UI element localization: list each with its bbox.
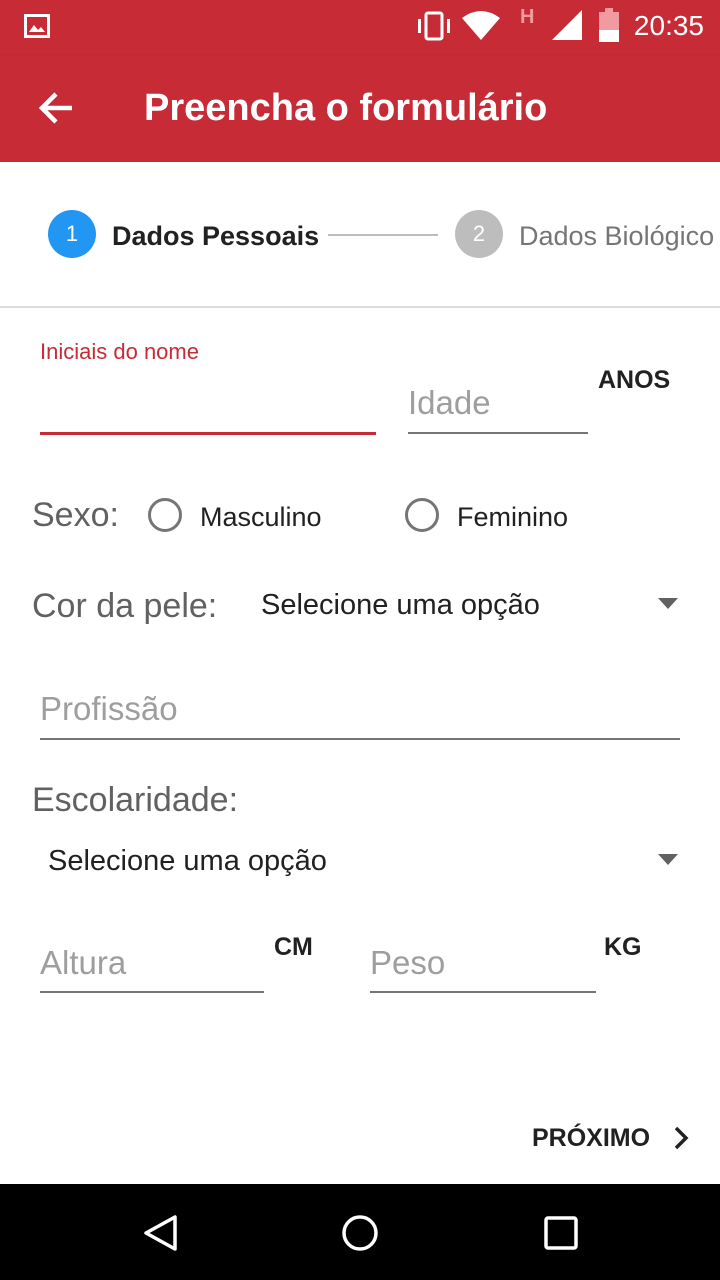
initials-input[interactable] (40, 372, 376, 432)
navigation-bar (0, 1184, 720, 1280)
arrow-back-icon[interactable] (36, 88, 76, 133)
signal-icon (550, 10, 582, 45)
next-button-label: PRÓXIMO (532, 1124, 651, 1152)
radio-male[interactable] (148, 498, 182, 532)
education-dropdown-icon[interactable] (658, 854, 678, 865)
image-icon (24, 14, 50, 43)
back-triangle-icon[interactable] (142, 1214, 180, 1257)
next-button[interactable]: PRÓXIMO (520, 1110, 700, 1166)
skin-color-select[interactable]: Selecione uma opção (261, 586, 540, 624)
wifi-icon (462, 10, 500, 45)
weight-input[interactable]: Peso (370, 943, 596, 983)
sex-label: Sexo: (32, 496, 119, 534)
page-title: Preencha o formulário (144, 87, 548, 129)
step-connector (328, 234, 438, 236)
step-2-number[interactable]: 2 (455, 210, 503, 258)
initials-label: Iniciais do nome (40, 339, 199, 364)
radio-female-label[interactable]: Feminino (457, 500, 568, 534)
initials-underline (40, 432, 376, 435)
profession-input[interactable]: Profissão (40, 689, 680, 729)
height-input[interactable]: Altura (40, 943, 264, 983)
form-stepper: 1 Dados Pessoais 2 Dados Biológico (0, 162, 720, 308)
vibrate-icon (414, 10, 454, 47)
age-input[interactable]: Idade (408, 383, 588, 423)
step-1-label[interactable]: Dados Pessoais (112, 218, 319, 254)
chevron-right-icon (672, 1126, 690, 1155)
weight-unit: KG (604, 933, 642, 961)
profession-underline (40, 738, 680, 740)
battery-icon (598, 8, 620, 47)
recents-square-icon[interactable] (543, 1215, 579, 1256)
weight-underline (370, 991, 596, 993)
network-type-label: H (520, 6, 535, 28)
skin-color-label: Cor da pele: (32, 587, 218, 625)
step-2-label[interactable]: Dados Biológico (519, 218, 714, 254)
status-bar: H 20:35 (0, 0, 720, 56)
age-unit: ANOS (598, 366, 671, 394)
step-1-number[interactable]: 1 (48, 210, 96, 258)
education-select[interactable]: Selecione uma opção (48, 842, 327, 880)
status-time: 20:35 (633, 10, 704, 41)
education-label: Escolaridade: (32, 781, 239, 819)
radio-male-label[interactable]: Masculino (200, 500, 322, 534)
radio-female[interactable] (405, 498, 439, 532)
height-unit: CM (274, 933, 313, 961)
age-underline (408, 432, 588, 434)
skin-color-dropdown-icon[interactable] (658, 598, 678, 609)
height-underline (40, 991, 264, 993)
home-circle-icon[interactable] (341, 1214, 379, 1257)
